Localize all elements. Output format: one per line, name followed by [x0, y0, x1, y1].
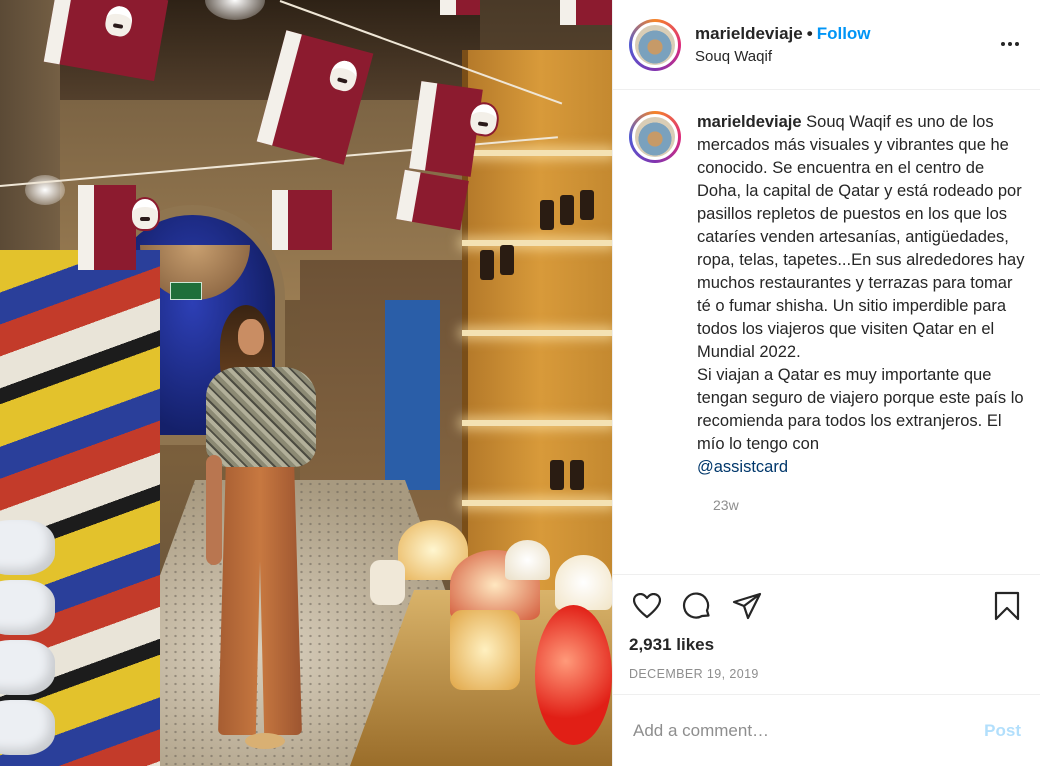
photo-mushroom-lamp [505, 540, 550, 580]
post-header: marieldeviaje • Follow Souq Waqif [613, 0, 1040, 90]
follow-button[interactable]: Follow [817, 24, 871, 44]
post-photo[interactable] [0, 0, 612, 766]
photo-blue-door [385, 300, 440, 490]
photo-jar [540, 200, 554, 230]
photo-shelf-light [462, 150, 612, 156]
photo-mushroom-lamp [535, 605, 612, 745]
photo-jar [570, 460, 584, 490]
photo-jar [480, 250, 494, 280]
separator-dot: • [806, 24, 813, 43]
location-link[interactable]: Souq Waqif [695, 48, 871, 65]
more-horizontal-icon[interactable] [1001, 36, 1019, 52]
caption-row: marieldeviaje Souq Waqif es uno de los m… [629, 111, 1025, 479]
likes-count[interactable]: 2,931 likes [629, 635, 1025, 655]
action-bar: 2,931 likes DECEMBER 19, 2019 [613, 574, 1040, 681]
instagram-post: marieldeviaje • Follow Souq Waqif mariel… [0, 0, 1040, 766]
header-username[interactable]: marieldeviaje [695, 24, 803, 44]
comments-section[interactable]: marieldeviaje Souq Waqif es uno de los m… [613, 91, 1040, 573]
photo-flag [560, 0, 612, 25]
avatar[interactable] [629, 18, 681, 71]
comment-input[interactable] [633, 720, 985, 741]
photo-jar [560, 195, 574, 225]
photo-flag [440, 0, 480, 15]
photo-exit-sign [170, 282, 202, 300]
photo-pillow [0, 580, 55, 635]
mention-link[interactable]: @assistcard [697, 458, 788, 476]
photo-shelf-light [462, 500, 612, 506]
photo-jar [550, 460, 564, 490]
post-comment-button[interactable]: Post [984, 721, 1021, 741]
photo-shelf-light [462, 330, 612, 336]
avatar[interactable] [629, 111, 681, 163]
photo-pillow [0, 520, 55, 575]
heart-icon[interactable] [629, 588, 665, 624]
caption-text: marieldeviaje Souq Waqif es uno de los m… [697, 111, 1025, 479]
post-date[interactable]: DECEMBER 19, 2019 [629, 667, 1025, 681]
photo-woman [200, 305, 320, 765]
caption-timestamp[interactable]: 23w [713, 497, 1025, 513]
comment-box: Post [613, 694, 1040, 766]
photo-lantern [370, 560, 405, 605]
photo-pillow [0, 700, 55, 755]
comment-bubble-icon[interactable] [679, 588, 715, 624]
photo-shelf-light [462, 420, 612, 426]
photo-flag [78, 185, 158, 270]
bookmark-icon[interactable] [989, 588, 1025, 624]
caption-body: Souq Waqif es uno de los mercados más vi… [697, 113, 1025, 361]
paper-plane-icon[interactable] [729, 588, 765, 624]
post-side-panel: marieldeviaje • Follow Souq Waqif mariel… [612, 0, 1040, 766]
photo-pillow [0, 640, 55, 695]
photo-mushroom-lamp [450, 610, 520, 690]
caption-username[interactable]: marieldeviaje [697, 113, 802, 131]
caption-body-2: Si viajan a Qatar es muy importante que … [697, 366, 1024, 453]
photo-jar [580, 190, 594, 220]
photo-shelf-light [462, 240, 612, 246]
photo-flag [272, 190, 332, 250]
photo-jar [500, 245, 514, 275]
photo-flag [409, 81, 499, 177]
photo-mushroom-lamp [555, 555, 612, 610]
